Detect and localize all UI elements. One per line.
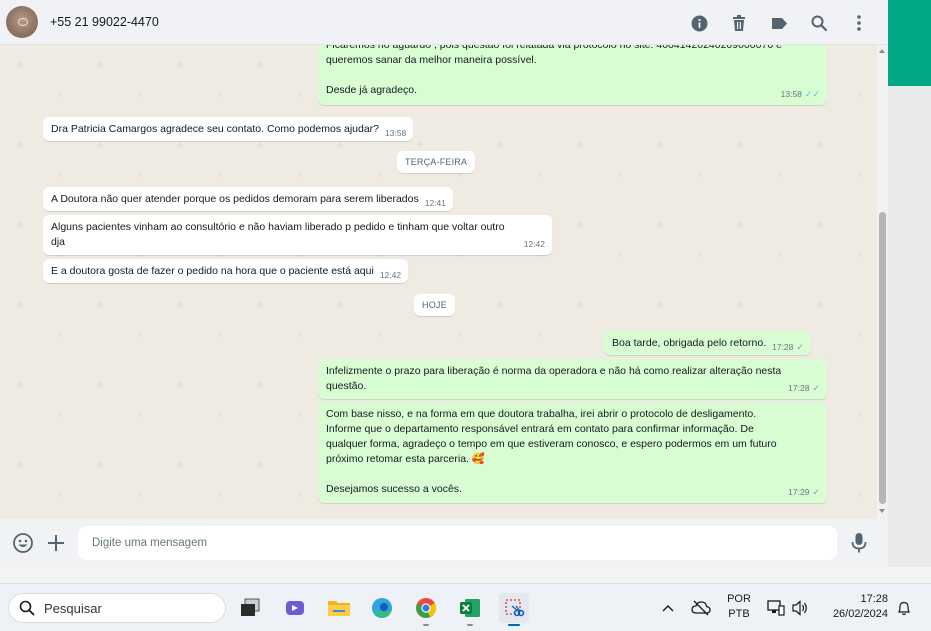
message-text: A Doutora não quer atender porque os ped… [51,193,419,205]
file-explorer-icon[interactable] [324,593,354,623]
excel-icon[interactable] [455,593,485,626]
emoji-icon[interactable] [12,532,34,554]
message-text: Boa tarde, obrigada pelo retorno. [612,337,767,349]
message-input[interactable] [78,526,837,560]
message-composer [0,519,888,567]
message-text: Infelizmente o prazo para liberação é no… [326,365,782,392]
message-meta: 17:28 ✓ [788,381,820,396]
scrollbar-thumb[interactable] [879,212,886,504]
message-list[interactable]: Ficaremos no aguardo , pois questão foi … [0,45,888,519]
message-bubble-outgoing[interactable]: Com base nisso, e na forma em que doutor… [318,402,827,503]
message-bubble-incoming[interactable]: Dra Patricia Camargos agradece seu conta… [43,117,414,141]
scroll-up-arrow-icon[interactable] [879,49,885,53]
chat-header: +55 21 99022-4470 [0,0,888,45]
message-time: 17:29 [788,487,810,497]
taskbar-search[interactable]: Pesquisar [8,593,226,623]
chevron-up-icon[interactable] [656,593,680,623]
message-text: Com base nisso, e na forma em que doutor… [326,408,777,495]
message-bubble-outgoing[interactable]: Ficaremos no aguardo , pois questão foi … [318,45,827,105]
check-icon: ✓ [812,487,820,497]
window-bottom-edge [0,567,931,583]
message-time: 13:58 [780,89,802,99]
chat-scrollbar[interactable] [877,45,888,519]
message-text: Alguns pacientes vinham ao consultório e… [51,221,505,248]
teams-icon[interactable] [280,593,310,623]
trash-icon[interactable] [728,12,750,34]
running-indicator [467,624,473,626]
attach-plus-icon[interactable] [45,532,67,554]
volume-icon[interactable] [789,593,811,623]
windows-taskbar: Pesquisar POR PTB 17:28 26/02/2024 [0,583,931,631]
search-icon[interactable] [808,12,830,34]
notification-bell-icon[interactable] [893,593,915,623]
message-time: 17:28 [788,383,810,393]
more-vertical-icon[interactable] [848,12,870,34]
message-text: Dra Patricia Camargos agradece seu conta… [51,123,380,135]
cloud-offline-icon[interactable] [688,593,714,623]
contact-name[interactable]: +55 21 99022-4470 [50,15,159,29]
clock-date: 26/02/2024 [832,608,888,620]
system-clock[interactable]: 17:28 26/02/2024 [820,592,888,622]
contact-avatar[interactable] [6,6,38,38]
clock-time: 17:28 [860,593,888,605]
scroll-down-arrow-icon[interactable] [879,509,885,513]
label-icon[interactable] [768,12,790,34]
message-meta: 17:29 ✓ [788,485,820,500]
date-divider: HOJE [414,294,455,316]
message-time: 13:58 [385,128,407,138]
task-view-icon[interactable] [235,593,265,623]
microphone-icon[interactable] [849,532,869,554]
message-bubble-incoming[interactable]: E a doutora gosta de fazer o pedido na h… [43,259,409,283]
message-text: Ficaremos no aguardo , pois questão foi … [326,45,782,96]
chrome-icon[interactable] [411,593,441,626]
active-indicator [508,624,520,626]
header-actions [688,12,870,34]
message-bubble-outgoing[interactable]: Infelizmente o prazo para liberação é no… [318,359,827,399]
network-icon[interactable] [765,593,787,623]
running-indicator [423,624,429,626]
message-bubble-incoming[interactable]: A Doutora não quer atender porque os ped… [43,187,454,211]
window-background-right [888,0,931,583]
check-icon: ✓ [812,383,820,393]
search-icon [19,600,35,616]
info-icon[interactable] [688,12,710,34]
language-code: POR [727,593,751,605]
message-bubble-incoming[interactable]: Alguns pacientes vinham ao consultório e… [43,215,552,255]
input-language[interactable]: POR PTB [725,592,753,622]
keyboard-layout: PTB [728,608,750,620]
message-time: 12:42 [523,239,545,249]
message-meta: 13:58 ✓✓ [781,87,820,102]
message-text: E a doutora gosta de fazer o pedido na h… [51,265,374,277]
date-divider: TERÇA-FEIRA [397,151,476,173]
double-check-icon: ✓✓ [804,89,820,99]
search-label: Pesquisar [44,600,102,616]
message-meta: 17:28 ✓ [772,342,804,352]
message-time: 17:28 [772,342,794,352]
edge-icon[interactable] [367,593,397,623]
message-time: 12:41 [424,198,447,208]
message-time: 12:42 [379,270,402,280]
message-bubble-outgoing[interactable]: Boa tarde, obrigada pelo retorno. 17:28 ✓ [604,331,811,355]
app-accent-strip [888,0,931,86]
snipping-tool-icon[interactable] [499,593,529,626]
check-icon: ✓ [796,342,804,352]
